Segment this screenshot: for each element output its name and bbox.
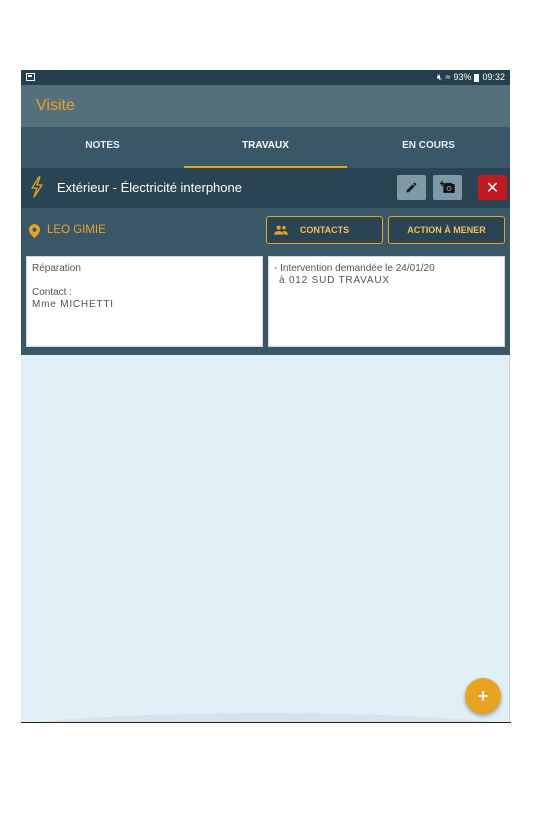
client-section: LEO GIMIE CONTACTS ACTION À MENER Répara… [21,208,510,355]
intervention-line: - Intervention demandée le 24/01/20 [274,263,435,274]
intervention-company: à 012 SUD TRAVAUX [279,275,390,286]
add-icon: + [477,685,489,706]
intervention-panel: - Intervention demandée le 24/01/20 à 01… [268,256,505,347]
job-header: Extérieur - Électricité interphone ✕ [21,168,510,208]
divider [509,355,510,723]
pencil-icon [406,182,417,193]
tab-bar: NOTES TRAVAUX EN COURS [21,127,510,168]
divider [21,722,511,723]
contacts-label: CONTACTS [299,225,350,235]
mute-icon: 🔇︎ [436,72,443,82]
contact-label: Contact : [32,287,73,298]
contacts-button[interactable]: CONTACTS [266,216,383,244]
job-details-panel: Réparation Contact : Mme MICHETTI [26,256,263,347]
add-photo-button[interactable] [433,175,462,200]
page-title: Visite [36,97,75,114]
tab-en-cours[interactable]: EN COURS [347,127,510,168]
job-title: Extérieur - Électricité interphone [57,180,242,195]
battery-icon [474,73,480,82]
status-icons: 🔇︎ ≈ 93% 09:32 [437,72,505,83]
delete-button[interactable]: ✕ [478,175,507,200]
action-label: ACTION À MENER [407,225,486,235]
app-bar: Visite [21,85,510,127]
contact-value: Mme MICHETTI [32,299,114,310]
location-pin-icon [29,224,40,238]
add-camera-icon [439,180,455,193]
edit-button[interactable] [397,175,426,200]
job-type: Réparation [32,263,81,274]
wifi-icon: ≈ [445,72,451,82]
tab-notes[interactable]: NOTES [21,127,184,168]
app-screen: 🔇︎ ≈ 93% 09:32 Visite NOTES TRAVAUX EN C… [21,70,510,723]
image-icon [26,73,35,81]
bolt-icon [31,176,43,198]
status-bar: 🔇︎ ≈ 93% 09:32 [21,70,510,85]
battery-level: 93% [453,72,472,82]
close-icon: ✕ [485,179,500,197]
add-button[interactable]: + [465,678,501,714]
clock: 09:32 [482,72,505,82]
action-button[interactable]: ACTION À MENER [388,216,505,244]
tab-travaux[interactable]: TRAVAUX [184,127,347,168]
client-name: LEO GIMIE [47,224,106,236]
people-icon [274,225,288,235]
